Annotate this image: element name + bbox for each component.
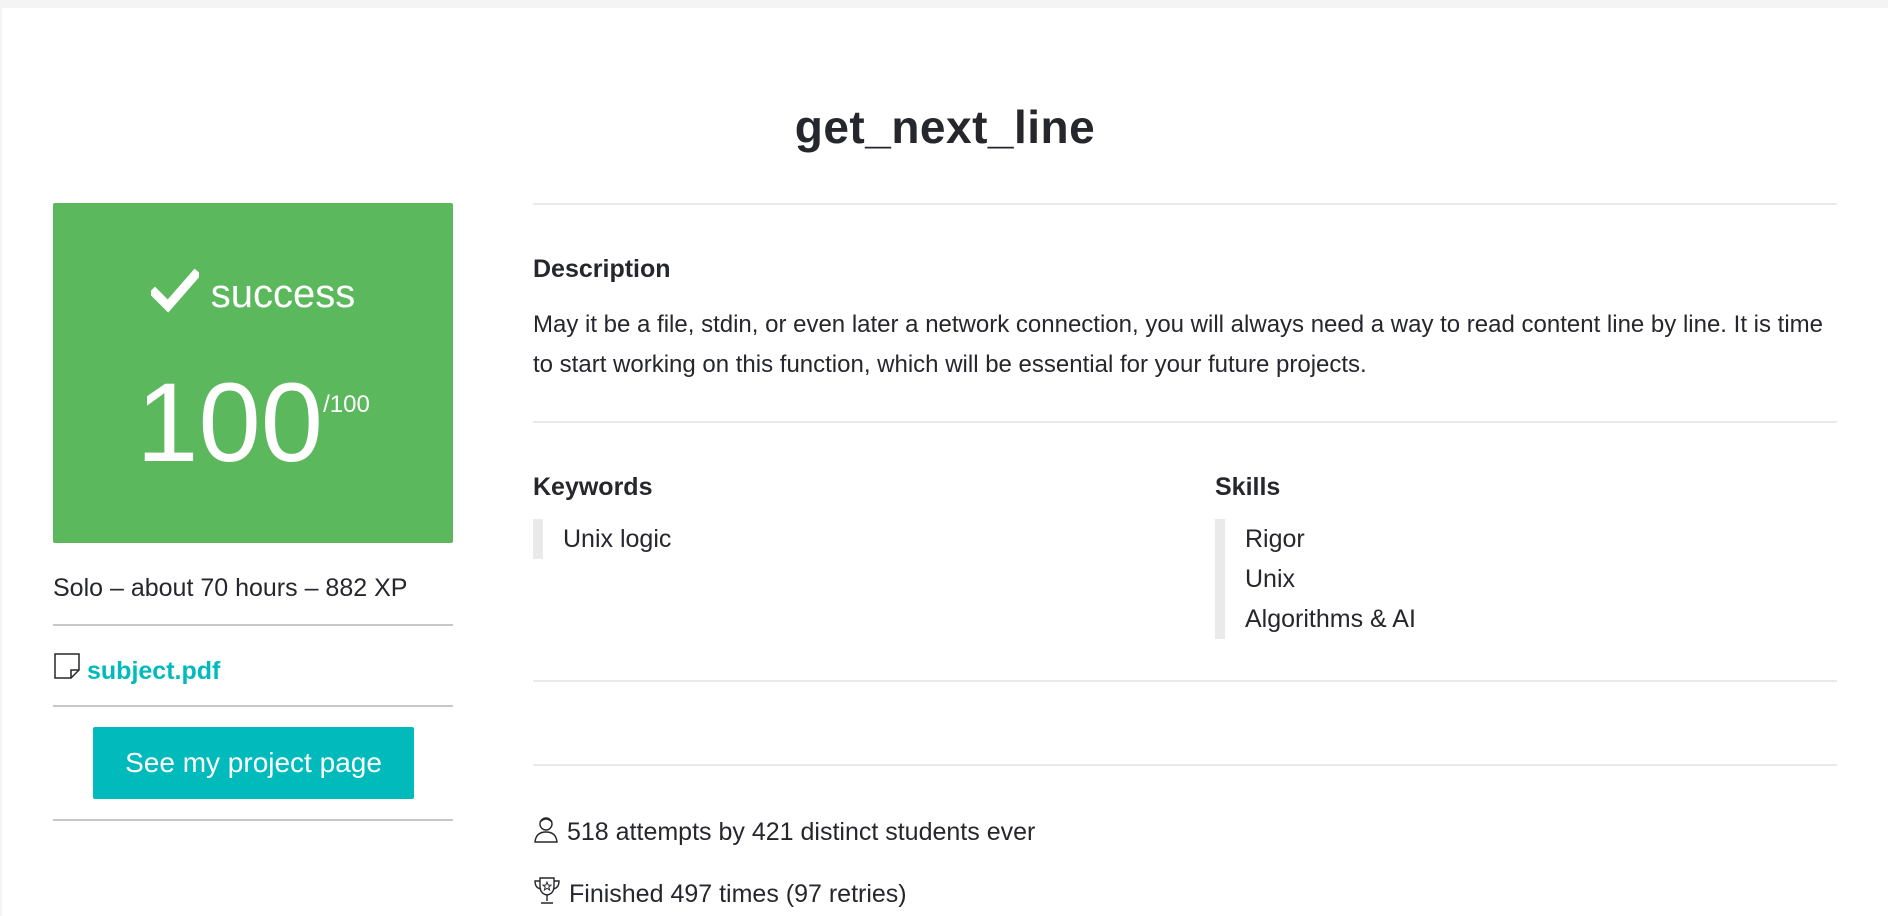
divider xyxy=(533,421,1837,423)
document-icon xyxy=(53,652,81,685)
skill-item: Unix xyxy=(1245,565,1296,593)
trophy-icon xyxy=(533,876,561,913)
description-heading: Description xyxy=(533,255,671,283)
skills-heading: Skills xyxy=(1215,473,1281,501)
score-value: 100 xyxy=(136,360,324,485)
see-project-page-button[interactable]: See my project page xyxy=(93,727,414,799)
keyword-item: Unix logic xyxy=(563,525,672,553)
divider xyxy=(53,819,453,821)
keywords-list: Unix logic xyxy=(533,519,671,559)
project-page: get_next_line success 100/100 Solo – abo… xyxy=(2,8,1888,916)
score-row: 100/100 xyxy=(53,363,453,483)
status-label: success xyxy=(210,272,356,316)
divider xyxy=(53,624,453,626)
check-icon xyxy=(148,268,202,323)
score-max: /100 xyxy=(323,391,370,418)
skill-item: Rigor xyxy=(1245,525,1305,553)
keywords-heading: Keywords xyxy=(533,473,653,501)
user-icon xyxy=(533,815,559,850)
skills-list: Rigor Unix Algorithms & AI xyxy=(1215,519,1416,639)
divider xyxy=(533,203,1837,205)
finished-stat: Finished 497 times (97 retries) xyxy=(533,876,907,913)
description-text: May it be a file, stdin, or even later a… xyxy=(533,311,1823,378)
subject-pdf-link[interactable]: subject.pdf xyxy=(87,657,220,686)
score-panel: success 100/100 xyxy=(53,203,453,543)
page-title: get_next_line xyxy=(794,101,1096,153)
divider xyxy=(533,680,1837,682)
skill-item: Algorithms & AI xyxy=(1245,605,1416,633)
attempts-text: 518 attempts by 421 distinct students ev… xyxy=(567,818,1036,846)
status-row: success xyxy=(53,268,453,323)
attachment-row[interactable]: subject.pdf xyxy=(53,652,220,688)
project-meta: Solo – about 70 hours – 882 XP xyxy=(53,574,408,602)
divider xyxy=(533,764,1837,766)
finished-text: Finished 497 times (97 retries) xyxy=(569,880,907,908)
attempts-stat: 518 attempts by 421 distinct students ev… xyxy=(533,815,1035,850)
divider xyxy=(53,705,453,707)
